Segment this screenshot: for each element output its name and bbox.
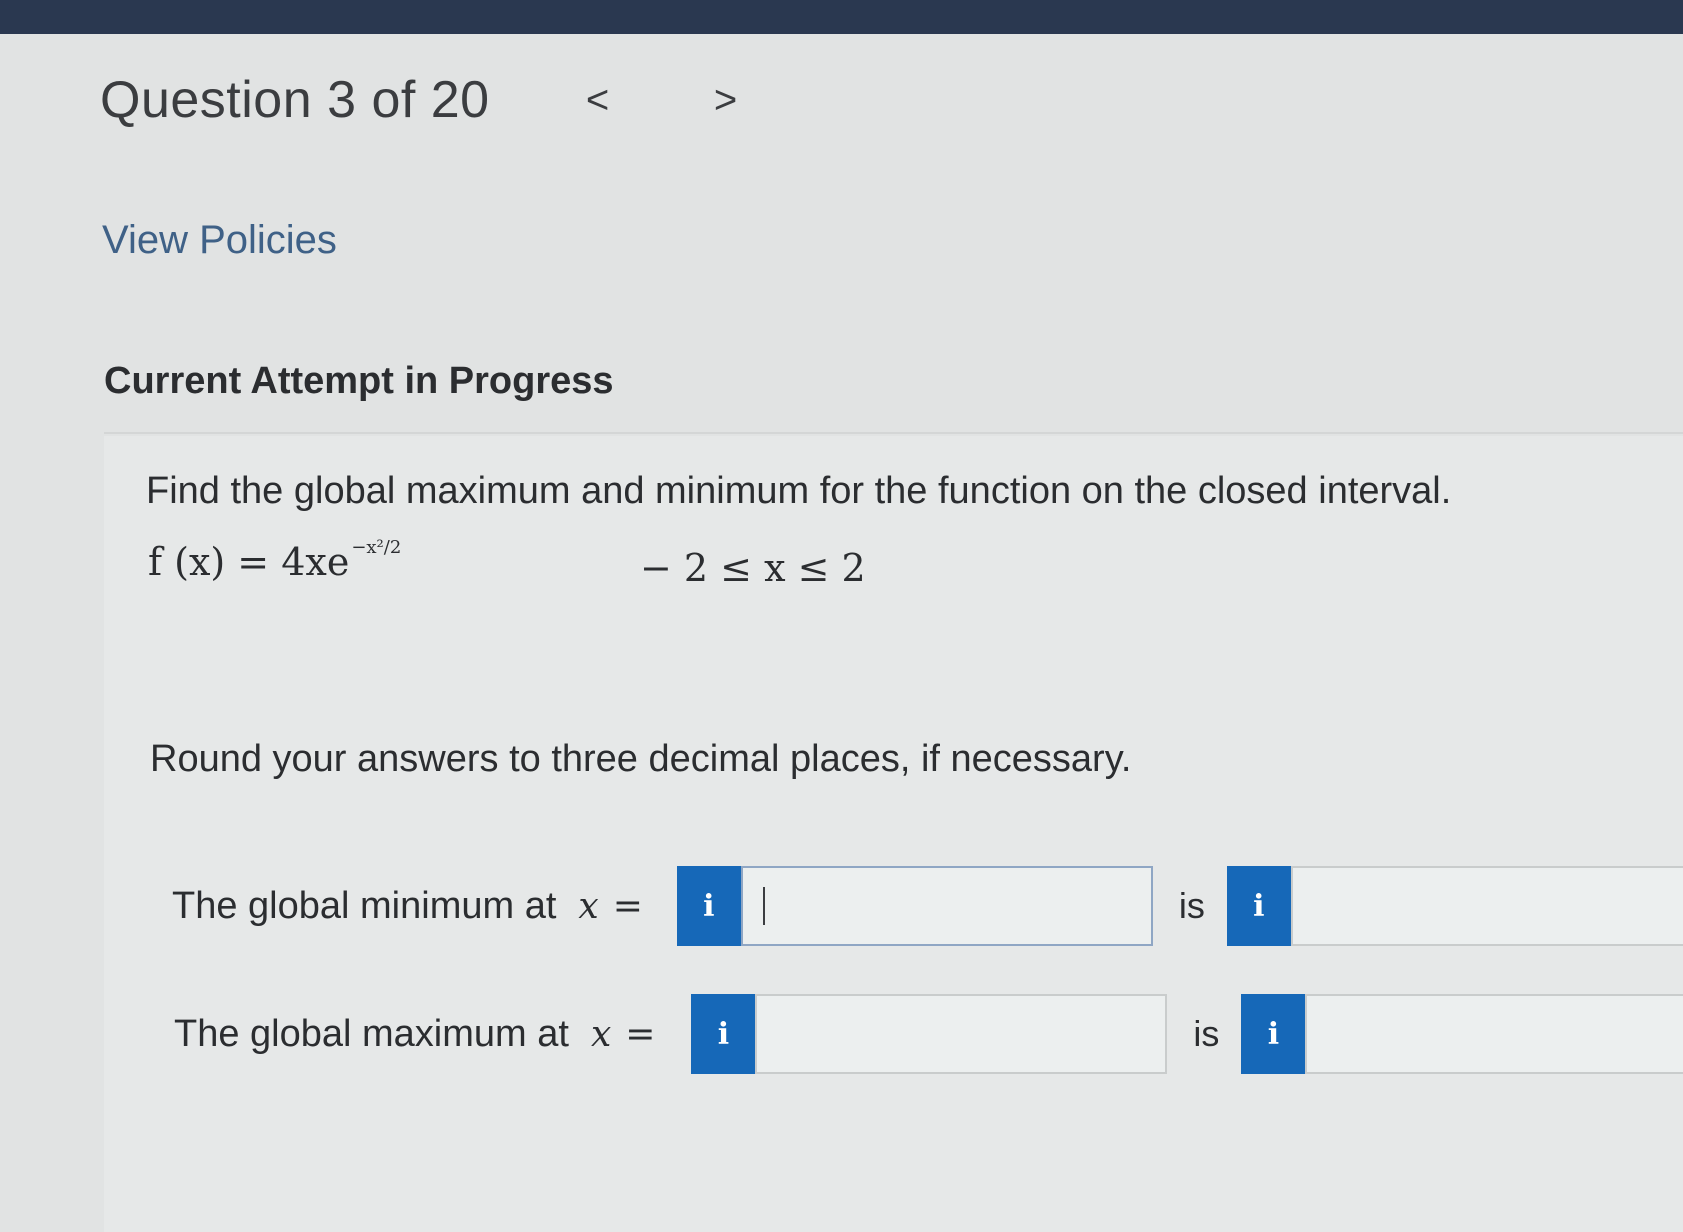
global-maximum-row: The global maximum at x = i is i — [174, 994, 1683, 1074]
global-minimum-row: The global minimum at x = i is i — [172, 866, 1683, 946]
text-caret — [762, 887, 765, 925]
max-value-input[interactable] — [1305, 994, 1683, 1074]
equals-symbol: = — [625, 1013, 656, 1055]
question-title: Question 3 of 20 — [100, 71, 490, 129]
info-icon[interactable]: i — [1226, 866, 1291, 946]
info-icon[interactable]: i — [676, 866, 741, 946]
question-header: Question 3 of 20 < > — [100, 70, 746, 130]
min-value-input[interactable] — [1290, 866, 1683, 946]
attempt-heading: Current Attempt in Progress — [104, 360, 614, 402]
is-label: is — [1178, 885, 1205, 926]
previous-question-button[interactable]: < — [578, 78, 618, 123]
max-x-input[interactable] — [755, 994, 1168, 1074]
global-minimum-label: The global minimum at — [172, 884, 557, 927]
function-formula: f (x) = 4xe −x²/2 — [148, 537, 402, 584]
info-icon[interactable]: i — [691, 994, 756, 1074]
top-bar — [0, 0, 1683, 34]
is-label: is — [1193, 1013, 1220, 1054]
function-exponent: −x²/2 — [351, 537, 402, 558]
variable-symbol: x — [578, 885, 599, 927]
variable-symbol: x — [590, 1013, 612, 1055]
next-question-button[interactable]: > — [706, 78, 746, 123]
global-maximum-label: The global maximum at — [174, 1012, 569, 1055]
divider — [104, 432, 1683, 434]
view-policies-link[interactable]: View Policies — [102, 218, 337, 263]
min-x-input[interactable] — [740, 866, 1153, 946]
problem-prompt: Find the global maximum and minimum for … — [146, 470, 1452, 512]
function-text: f (x) = 4xe — [148, 540, 350, 584]
equals-symbol: = — [612, 885, 643, 927]
rounding-instruction: Round your answers to three decimal plac… — [150, 738, 1132, 780]
interval-text: − 2 ≤ x ≤ 2 — [640, 546, 866, 590]
info-icon[interactable]: i — [1241, 994, 1306, 1074]
